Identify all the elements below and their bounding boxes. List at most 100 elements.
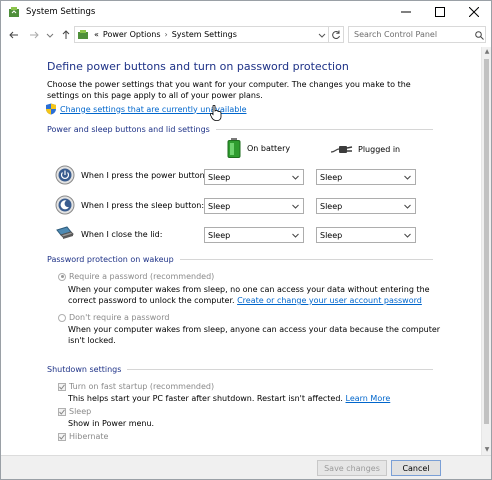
recent-locations-button[interactable] [43, 28, 57, 42]
checkmark-icon [59, 433, 65, 440]
chevron-down-icon [292, 233, 299, 238]
learn-more-link[interactable]: Learn More [346, 394, 391, 403]
lid-row-label: When I close the lid: [55, 224, 162, 244]
address-bar-actions [316, 27, 343, 42]
cancel-button[interactable]: Cancel [391, 460, 441, 476]
shutdown-section-title: Shutdown settings [47, 365, 122, 374]
power-button-on-battery-value: Sleep [208, 172, 231, 182]
hibernate-label: Hibernate [69, 432, 109, 441]
maximize-icon [435, 7, 445, 17]
sleep-button-plugged-in-select[interactable]: Sleep [316, 198, 416, 214]
checkmark-icon [59, 408, 65, 415]
back-button[interactable] [7, 28, 21, 42]
password-section-title: Password protection on wakeup [47, 255, 174, 264]
chevron-down-icon [292, 204, 299, 209]
require-password-radio[interactable] [58, 272, 66, 281]
sleep-button-label: When I press the sleep button: [81, 200, 205, 210]
close-icon [469, 7, 479, 17]
on-battery-label: On battery [247, 143, 291, 153]
section-divider [127, 369, 433, 370]
dialog-footer: Save changes Cancel [1, 455, 491, 479]
back-arrow-icon [9, 31, 18, 39]
plugged-in-label: Plugged in [358, 144, 401, 154]
power-plug-icon [331, 146, 353, 153]
checkmark-icon [59, 383, 65, 390]
hibernate-checkbox[interactable] [58, 432, 66, 441]
title-bar: System Settings [1, 1, 491, 23]
save-changes-button[interactable]: Save changes [317, 460, 387, 476]
page-description: Choose the power settings that you want … [47, 80, 411, 100]
require-password-option[interactable]: Require a password (recommended) [58, 272, 214, 281]
require-password-label: Require a password (recommended) [69, 272, 215, 281]
lid-close-label: When I close the lid: [81, 229, 163, 239]
navigation-bar: « Power Options › System Settings Search… [1, 24, 491, 46]
on-battery-column-header: On battery [227, 138, 290, 158]
hibernate-option[interactable]: Hibernate [58, 432, 108, 441]
lid-plugged-in-value: Sleep [320, 230, 343, 240]
power-section-title: Power and sleep buttons and lid settings [47, 125, 210, 134]
create-password-link[interactable]: Create or change your user account passw… [237, 296, 422, 305]
power-button-on-battery-select[interactable]: Sleep [204, 169, 304, 185]
no-password-label: Don't require a password [69, 313, 170, 322]
address-dropdown-button[interactable] [316, 27, 328, 42]
minimize-icon [401, 11, 411, 13]
lid-on-battery-select[interactable]: Sleep [204, 227, 304, 243]
minimize-button[interactable] [389, 1, 423, 23]
no-password-radio[interactable] [58, 313, 66, 322]
forward-arrow-icon [30, 31, 39, 39]
shutdown-section-header: Shutdown settings [47, 365, 433, 374]
fast-startup-description: This helps start your PC faster after sh… [68, 393, 443, 404]
lid-plugged-in-select[interactable]: Sleep [316, 227, 416, 243]
require-password-description: When your computer wakes from sleep, no … [68, 284, 443, 306]
sleep-button-on-battery-select[interactable]: Sleep [204, 198, 304, 214]
chevron-down-icon [404, 233, 411, 238]
section-divider [179, 259, 433, 260]
refresh-button[interactable] [328, 27, 343, 42]
address-bar[interactable]: « Power Options › System Settings [74, 26, 344, 43]
search-input[interactable]: Search Control Panel [348, 26, 486, 43]
fast-startup-option[interactable]: Turn on fast startup (recommended) [58, 382, 214, 391]
fast-startup-text: This helps start your PC faster after sh… [68, 394, 343, 403]
maximize-button[interactable] [423, 1, 457, 23]
search-icon [475, 31, 484, 40]
breadcrumb-separator-icon[interactable]: › [165, 30, 168, 39]
sleep-label: Sleep [69, 407, 92, 416]
power-button-plugged-in-select[interactable]: Sleep [316, 169, 416, 185]
scroll-down-button[interactable]: ▼ [483, 446, 491, 454]
up-button[interactable] [59, 28, 73, 42]
uac-shield-icon [46, 103, 56, 115]
chevron-down-icon [404, 204, 411, 209]
sleep-checkbox[interactable] [58, 407, 66, 416]
power-button-icon [55, 165, 75, 185]
sleep-option[interactable]: Sleep [58, 407, 91, 416]
up-arrow-icon [62, 30, 70, 39]
sleep-button-icon [55, 195, 75, 215]
sleep-description: Show in Power menu. [68, 419, 155, 428]
power-options-app-icon [9, 7, 19, 17]
power-button-label: When I press the power button: [81, 170, 208, 180]
power-section-header: Power and sleep buttons and lid settings [47, 125, 433, 134]
plugged-in-column-header: Plugged in [331, 143, 400, 155]
breadcrumb-power-options[interactable]: Power Options [103, 30, 161, 39]
section-divider [215, 129, 433, 130]
sleep-button-plugged-in-value: Sleep [320, 201, 343, 211]
battery-icon [227, 138, 241, 158]
no-password-option[interactable]: Don't require a password [58, 313, 169, 322]
content-pane: Define power buttons and turn on passwor… [1, 47, 481, 455]
sleep-button-row-label: When I press the sleep button: [55, 195, 204, 215]
lid-on-battery-value: Sleep [208, 230, 231, 240]
breadcrumb-overflow[interactable]: « [94, 30, 99, 39]
refresh-icon [332, 30, 340, 39]
scroll-up-button[interactable]: ▲ [483, 48, 491, 56]
scrollbar-thumb[interactable] [484, 59, 489, 424]
no-password-description: When your computer wakes from sleep, any… [68, 325, 441, 345]
window-title: System Settings [26, 7, 96, 17]
laptop-lid-icon [56, 226, 74, 239]
vertical-scrollbar[interactable]: ▲ ▼ [481, 47, 491, 455]
breadcrumb-system-settings[interactable]: System Settings [172, 30, 237, 39]
chevron-down-icon [46, 33, 54, 38]
power-button-plugged-in-value: Sleep [320, 172, 343, 182]
forward-button[interactable] [27, 28, 41, 42]
fast-startup-checkbox[interactable] [58, 382, 66, 391]
close-button[interactable] [457, 1, 491, 23]
